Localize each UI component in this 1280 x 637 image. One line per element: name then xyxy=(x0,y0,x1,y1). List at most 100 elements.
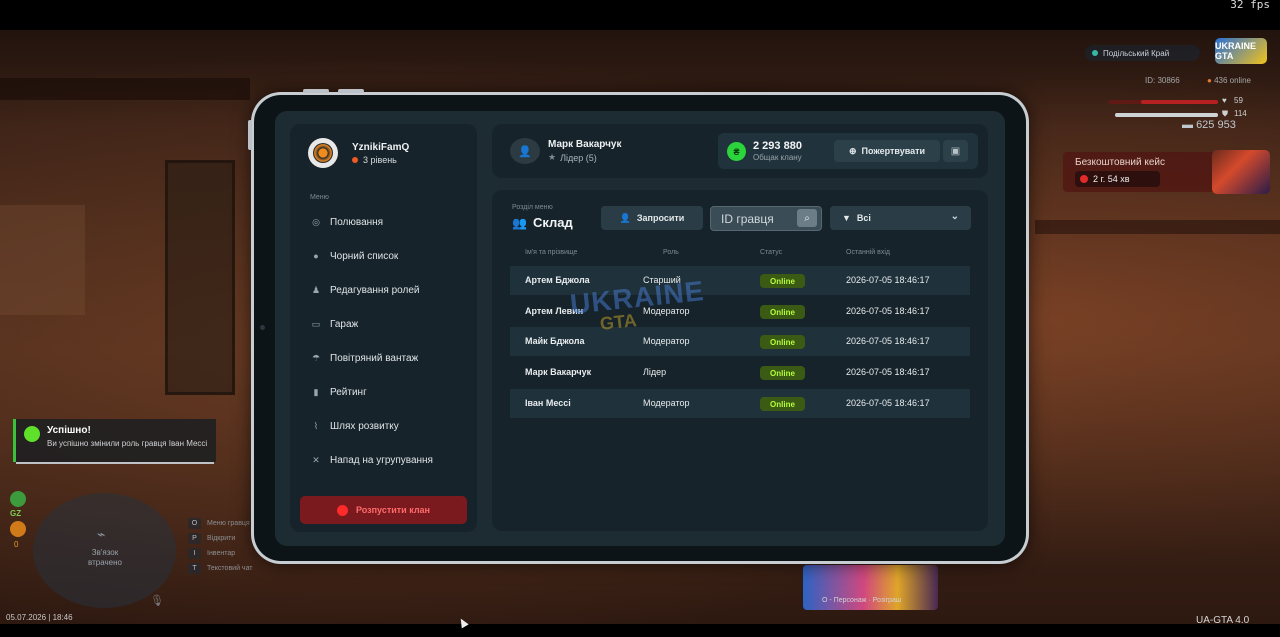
key-hint: I Інвентар xyxy=(188,546,253,561)
family-logo xyxy=(308,138,338,168)
swords-icon: ✕ xyxy=(312,454,320,465)
free-case-title: Безкоштовний кейс xyxy=(1075,157,1166,168)
game-logo: UKRAINE GTA xyxy=(1215,38,1267,64)
member-last-login: 2026-07-05 18:46:17 xyxy=(846,336,930,346)
background-window xyxy=(0,205,85,315)
server-name-pill: Подільський Край xyxy=(1085,45,1200,61)
sidebar-item-blacklist[interactable]: ● Чорний список xyxy=(311,248,398,264)
wallet-icon: ▣ xyxy=(950,145,961,157)
sidebar-item-garage[interactable]: ▭ Гараж xyxy=(311,316,359,332)
sidebar-item-hunting[interactable]: ◎ Полювання xyxy=(311,214,383,230)
invite-button[interactable]: 👤 Запросити xyxy=(601,206,703,230)
role-filter-select[interactable]: ▼ Всі ⌄ xyxy=(830,206,971,230)
health-value-icon: ♥ xyxy=(1222,96,1227,105)
status-badge: Online xyxy=(760,305,805,319)
member-last-login: 2026-07-05 18:46:17 xyxy=(846,275,930,285)
column-header-role: Роль xyxy=(663,249,679,256)
case-image xyxy=(1212,150,1270,194)
notification-progress xyxy=(16,462,214,464)
table-row[interactable]: Майк Бджола Модератор Online 2026-07-05 … xyxy=(510,327,970,356)
users-icon: 👥 xyxy=(512,215,527,230)
minimap-radar: ⌁ Зв'язок втрачено xyxy=(33,493,176,608)
fps-counter: 32 fps xyxy=(1230,0,1270,11)
game-version: UA-GTA 4.0 xyxy=(1196,615,1250,626)
success-icon xyxy=(24,426,40,442)
parachute-icon: ☂ xyxy=(311,352,321,363)
background-beam xyxy=(1035,220,1280,234)
date-time: 05.07.2026 | 18:46 xyxy=(6,613,73,622)
bank-label: Общак клану xyxy=(753,153,802,162)
car-icon: ▭ xyxy=(311,318,321,329)
server-name: Подільський Край xyxy=(1103,48,1170,58)
family-level: 3 рівень xyxy=(352,155,397,165)
user-edit-icon: ♟ xyxy=(311,284,321,295)
section-title: 👥 Склад xyxy=(512,215,573,230)
status-badge: Online xyxy=(760,397,805,411)
no-signal-icon: ⌁ xyxy=(97,526,106,542)
target-icon: ◎ xyxy=(312,216,320,227)
status-badge: Online xyxy=(760,366,805,380)
section-caption: Розділ меню xyxy=(512,204,553,211)
background-beam xyxy=(0,78,250,100)
sidebar-item-development-path[interactable]: ⌇ Шлях розвитку xyxy=(311,418,399,434)
family-name: YznikiFamQ xyxy=(352,142,410,153)
timer-dot-icon xyxy=(1080,175,1088,183)
gz-count: 0 xyxy=(14,540,19,549)
column-header-last-login: Останній вхід xyxy=(846,249,890,256)
member-name: Артем Бджола xyxy=(525,275,590,285)
level-dot-icon xyxy=(352,157,358,163)
column-header-status: Статус xyxy=(760,249,783,256)
armor-bar xyxy=(1115,113,1218,117)
key-hint: O Меню гравця xyxy=(188,516,253,531)
microphone-icon: 🎙 xyxy=(150,595,164,607)
armor-value: 114 xyxy=(1234,109,1247,118)
online-count: ● 436 online xyxy=(1207,76,1251,85)
user-avatar-icon: 👤 xyxy=(510,138,540,164)
background-window xyxy=(165,160,235,395)
table-row[interactable]: Марк Вакарчук Лідер Online 2026-07-05 18… xyxy=(510,358,970,387)
gz-count-icon xyxy=(10,521,26,537)
sidebar-item-edit-roles[interactable]: ♟ Редагування ролей xyxy=(311,282,420,298)
search-button[interactable]: ⌕ xyxy=(797,209,817,227)
member-last-login: 2026-07-05 18:46:17 xyxy=(846,367,930,377)
status-badge: Online xyxy=(760,274,805,288)
star-icon: ★ xyxy=(548,152,557,162)
path-icon: ⌇ xyxy=(313,420,319,431)
gz-label: GZ xyxy=(10,509,22,518)
disband-clan-button[interactable]: Розпустити клан xyxy=(300,496,467,524)
sidebar-item-group-attack[interactable]: ✕ Напад на угрупування xyxy=(311,452,433,468)
member-role: Лідер xyxy=(643,367,667,377)
status-badge: Online xyxy=(760,335,805,349)
chevron-down-icon: ⌄ xyxy=(950,211,959,222)
health-bar xyxy=(1108,100,1218,104)
radar-status: Зв'язок втрачено xyxy=(88,548,122,567)
sidebar-item-air-cargo[interactable]: ☂ Повітряний вантаж xyxy=(311,350,418,366)
member-name: Іван Мессі xyxy=(525,398,571,408)
member-last-login: 2026-07-05 18:46:17 xyxy=(846,398,930,408)
key-hints: O Меню гравця P Відкрити I Інвентар T Тексто… xyxy=(188,516,253,576)
donate-button[interactable]: ⊕ Пожертвувати xyxy=(834,140,940,162)
table-row[interactable]: Іван Мессі Модератор Online 2026-07-05 1… xyxy=(510,389,970,418)
tablet-side-button xyxy=(248,120,252,150)
search-icon: ⌕ xyxy=(804,212,810,224)
danger-dot-icon xyxy=(336,504,348,516)
armor-value-icon: ⛊ xyxy=(1222,109,1228,118)
top-letterbox xyxy=(0,0,1280,30)
tablet-camera xyxy=(260,325,265,330)
key-hint: T Текстовий чат xyxy=(188,561,253,576)
member-name: Марк Вакарчук xyxy=(525,367,592,377)
coin-icon: ₴ xyxy=(727,142,746,161)
notification-text: Ви успішно змінили роль гравця Іван Месс… xyxy=(47,439,208,448)
success-notification: Успішно! Ви успішно змінили роль гравця … xyxy=(13,419,216,464)
bank-amount: 2 293 880 xyxy=(753,140,802,152)
user-name: Марк Вакарчук xyxy=(548,139,622,150)
plus-circle-icon: ⊕ xyxy=(848,145,857,156)
column-header-name: Ім'я та прізвище xyxy=(525,249,578,256)
sidebar-item-rating[interactable]: ▮ Рейтинг xyxy=(311,384,367,400)
bottom-letterbox xyxy=(0,624,1280,637)
tablet-button xyxy=(303,89,329,93)
block-icon: ● xyxy=(313,251,319,261)
wallet-button[interactable]: ▣ xyxy=(943,140,968,162)
chart-icon: ▮ xyxy=(313,386,319,397)
health-value: 59 xyxy=(1234,96,1243,105)
